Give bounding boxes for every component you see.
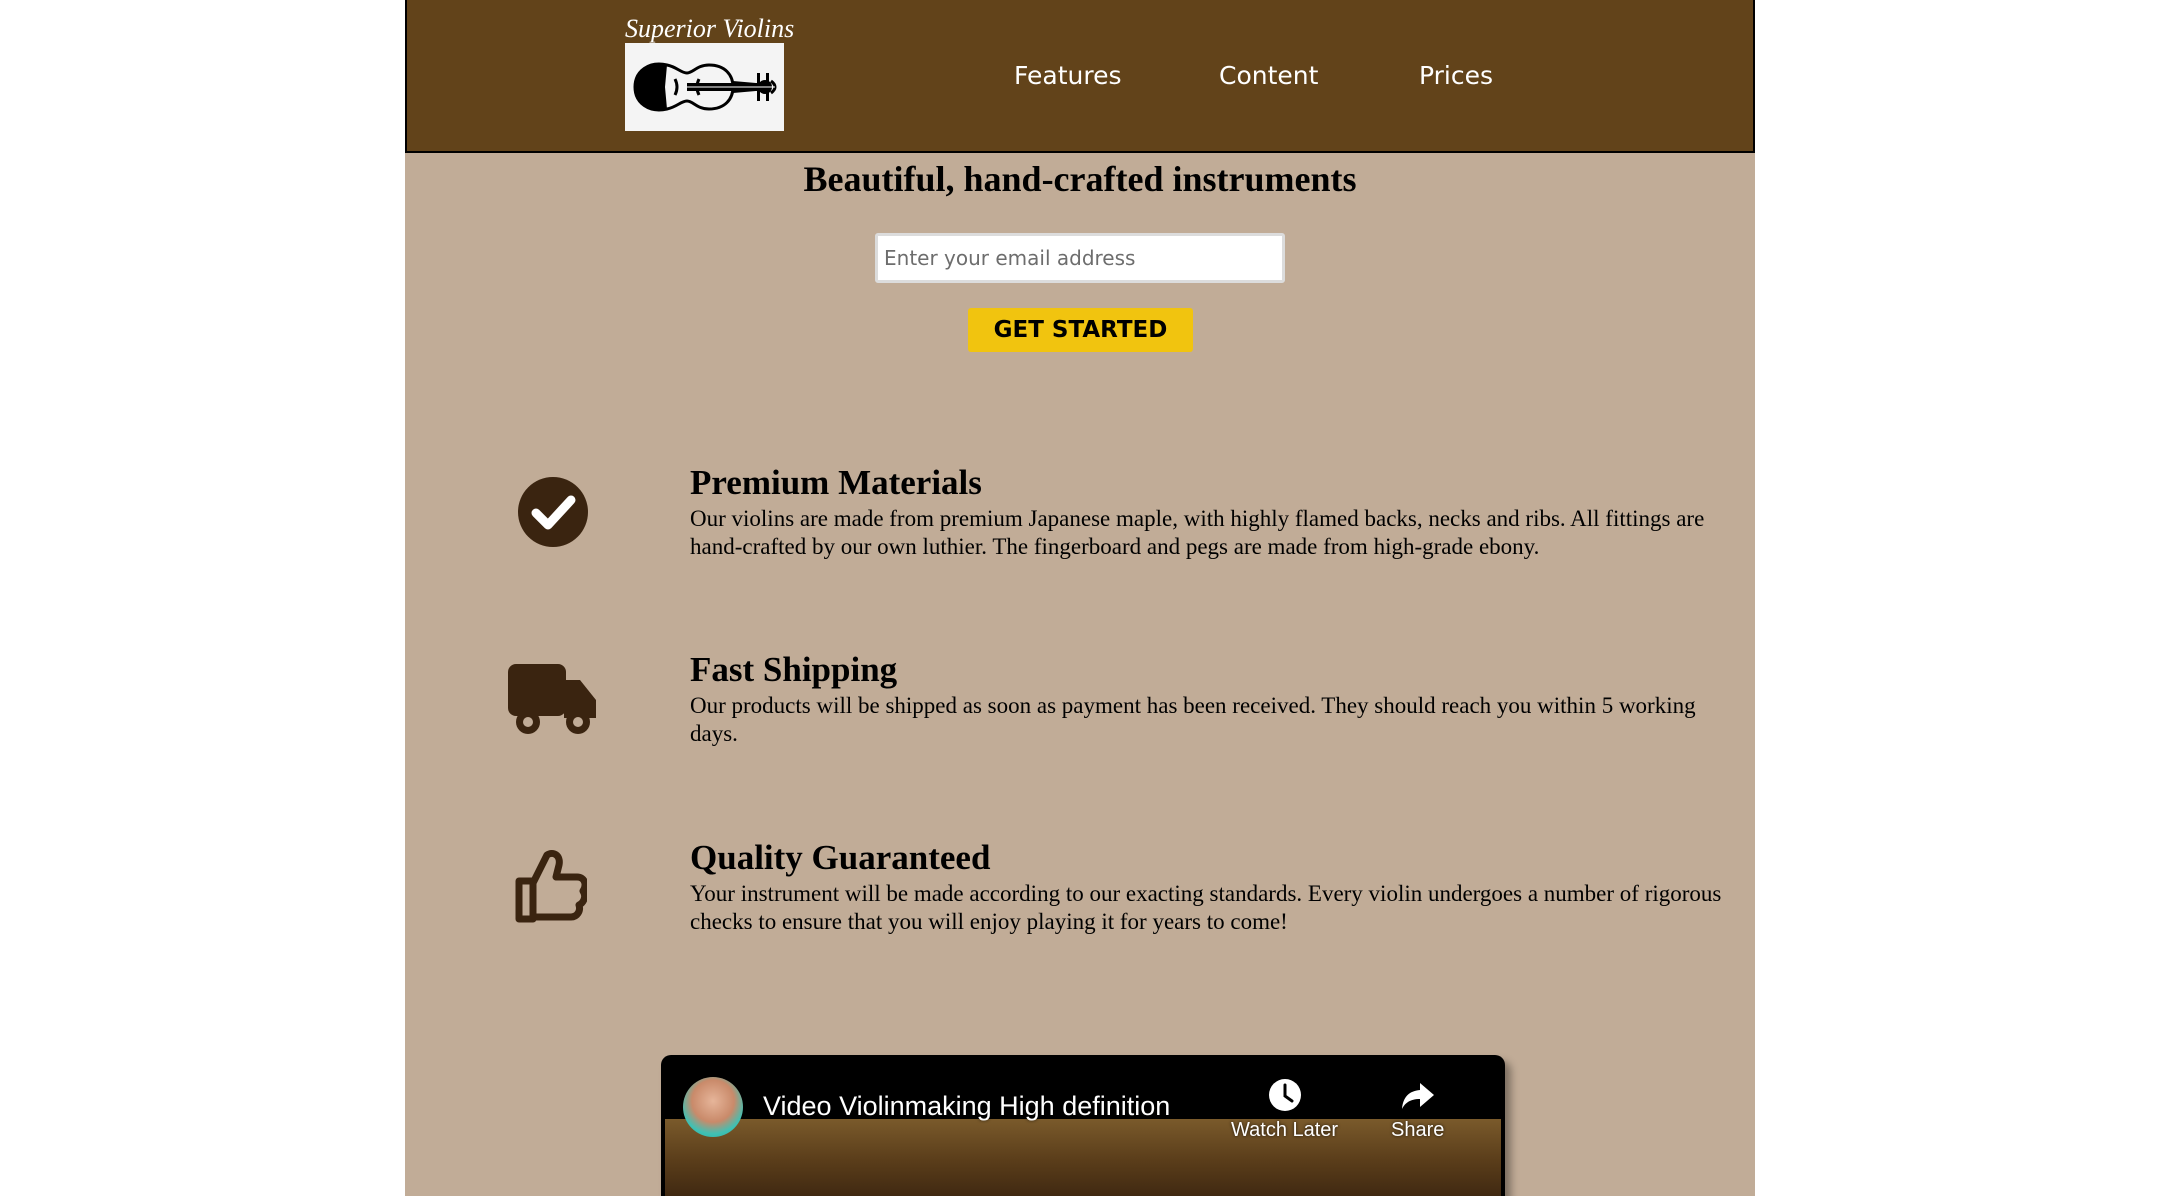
feature-description: Your instrument will be made according t… [690, 881, 1722, 934]
share-button[interactable]: Share [1391, 1077, 1444, 1142]
site-header: Superior Violins Features Content Prices [405, 0, 1755, 153]
feature-title: Premium Materials [690, 463, 982, 502]
feature-description: Our products will be shipped as soon as … [690, 693, 1696, 746]
email-input[interactable] [875, 233, 1285, 283]
clock-icon [1268, 1079, 1301, 1111]
share-icon [1401, 1083, 1434, 1109]
thumbs-up-icon [515, 847, 589, 928]
brand-name: Superior Violins [625, 14, 795, 43]
check-circle-icon [517, 476, 589, 553]
watch-later-button[interactable]: Watch Later [1231, 1077, 1338, 1142]
page-container: Superior Violins Features Content Prices… [405, 0, 1755, 1196]
share-label: Share [1391, 1119, 1445, 1141]
feature-title: Fast Shipping [690, 650, 898, 689]
feature-description: Our violins are made from premium Japane… [690, 506, 1705, 559]
truck-icon [506, 662, 598, 741]
nav-prices[interactable]: Prices [1419, 61, 1493, 90]
channel-avatar[interactable] [683, 1077, 743, 1137]
watch-later-label: Watch Later [1231, 1119, 1339, 1141]
video-thumbnail[interactable] [665, 1119, 1501, 1196]
nav-features[interactable]: Features [1014, 61, 1122, 90]
feature-title: Quality Guaranteed [690, 838, 991, 877]
hero-title: Beautiful, hand-crafted instruments [803, 159, 1357, 199]
violin-logo[interactable] [625, 43, 784, 131]
get-started-button[interactable]: GET STARTED [968, 308, 1193, 352]
video-title[interactable]: Video Violinmaking High definition [763, 1091, 1170, 1122]
video-player[interactable]: Video Violinmaking High definition Watch… [661, 1055, 1505, 1196]
nav-content[interactable]: Content [1219, 61, 1318, 90]
